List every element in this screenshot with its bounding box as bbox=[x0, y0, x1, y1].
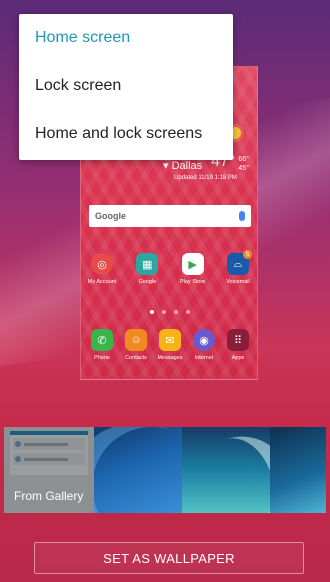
apps-row-1: ◎ My Account ▦ Google ▶ Play Store ⌓ 5 V… bbox=[85, 250, 255, 285]
mic-icon bbox=[239, 211, 245, 221]
play-store-icon: ▶ bbox=[181, 253, 204, 275]
weather-updated: Updated 11/19 1:18 PM bbox=[174, 175, 237, 181]
wallpaper-thumb-1[interactable] bbox=[94, 427, 182, 513]
app-play-store: ▶ Play Store bbox=[176, 253, 210, 285]
app-voicemail: ⌓ 5 Voicemail bbox=[221, 250, 255, 285]
messages-icon: ✉ bbox=[159, 329, 181, 351]
menu-item-home-and-lock[interactable]: Home and lock screens bbox=[19, 110, 233, 158]
fingerprint-icon: ◎ bbox=[91, 253, 113, 275]
voicemail-icon: ⌓ 5 bbox=[226, 250, 252, 275]
app-contacts: ☺ Contacts bbox=[119, 329, 153, 361]
google-logo: Google bbox=[95, 211, 126, 221]
dock-row: ✆ Phone ☺ Contacts ✉ Messages ◉ Internet… bbox=[85, 329, 255, 361]
weather-city: ▾ Dallas bbox=[163, 160, 203, 172]
wallpaper-strip: From Gallery bbox=[4, 427, 326, 513]
wallpaper-screen: ▾ Dallas 47° 66° 45° Updated 11/19 1:18 … bbox=[0, 0, 330, 582]
app-messages: ✉ Messages bbox=[153, 329, 187, 361]
apply-to-menu: Home screen Lock screen Home and lock sc… bbox=[19, 14, 233, 160]
internet-icon: ◉ bbox=[193, 329, 215, 351]
from-gallery-tile[interactable]: From Gallery bbox=[4, 427, 94, 513]
set-as-wallpaper-button[interactable]: SET AS WALLPAPER bbox=[34, 542, 304, 574]
app-internet: ◉ Internet bbox=[187, 329, 221, 361]
app-apps: ⠿ Apps bbox=[221, 329, 255, 361]
from-gallery-label: From Gallery bbox=[14, 489, 84, 503]
app-my-account: ◎ My Account bbox=[85, 253, 119, 285]
wallpaper-thumb-3[interactable] bbox=[270, 427, 326, 513]
google-folder-icon: ▦ bbox=[136, 253, 159, 275]
google-search-bar: Google bbox=[89, 205, 251, 227]
apps-grid-icon: ⠿ bbox=[227, 329, 249, 351]
menu-item-home-screen[interactable]: Home screen bbox=[19, 14, 233, 62]
wallpaper-thumb-2[interactable] bbox=[182, 427, 270, 513]
contacts-icon: ☺ bbox=[125, 329, 147, 351]
app-google: ▦ Google bbox=[130, 253, 164, 285]
phone-icon: ✆ bbox=[91, 329, 113, 351]
page-indicator bbox=[81, 310, 257, 314]
voicemail-badge: 5 bbox=[242, 250, 252, 259]
menu-item-lock-screen[interactable]: Lock screen bbox=[19, 62, 233, 110]
app-phone: ✆ Phone bbox=[85, 329, 119, 361]
weather-hilo: 66° 45° bbox=[238, 156, 249, 172]
